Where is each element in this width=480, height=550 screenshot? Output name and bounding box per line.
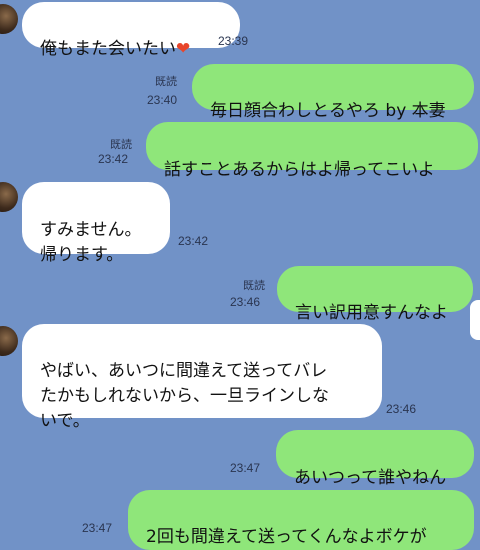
message-time: 23:42 <box>178 234 209 248</box>
message-time: 23:39 <box>218 34 249 48</box>
message-bubble-outgoing[interactable]: 毎日顔合わしとるやろ by 本妻 <box>192 64 474 121</box>
message-text: 話すことあるからはよ帰ってこいよ <box>164 160 435 180</box>
read-receipt: 既読 <box>243 279 265 292</box>
message-text: やばい、あいつに間違えて送ってバレ たかもしれないから、一旦ラインしな いで。 <box>40 361 329 431</box>
message-bubble-incoming[interactable]: やばい、あいつに間違えて送ってバレ たかもしれないから、一旦ラインしな いで。 <box>22 324 382 431</box>
contact-avatar[interactable] <box>0 326 18 356</box>
message-time: 23:47 <box>230 461 261 475</box>
message-time: 23:40 <box>147 93 178 107</box>
partial-bubble-edge <box>470 300 480 340</box>
message-text: 毎日顔合わしとるやろ by 本妻 <box>210 101 446 121</box>
contact-avatar[interactable] <box>0 182 18 212</box>
message-time: 23:42 <box>98 152 129 166</box>
message-time: 23:46 <box>230 295 261 309</box>
message-bubble-outgoing[interactable]: あいつって誰やねん <box>276 430 474 488</box>
read-receipt: 既読 <box>110 138 132 151</box>
message-text: 言い訳用意すんなよ <box>295 303 448 323</box>
message-bubble-incoming[interactable]: 俺もまた会いたい❤ <box>22 2 240 59</box>
message-text: すみません。 帰ります。 <box>40 220 142 265</box>
message-bubble-incoming[interactable]: すみません。 帰ります。 <box>22 182 170 265</box>
message-text: 2回も間違えて送ってくんなよボケが <box>146 527 427 547</box>
heart-emoji-icon: ❤ <box>176 39 191 59</box>
message-text: あいつって誰やねん <box>294 468 447 488</box>
message-text: 俺もまた会いたい <box>40 39 176 59</box>
read-receipt: 既読 <box>155 75 177 88</box>
message-bubble-outgoing[interactable]: 話すことあるからはよ帰ってこいよ <box>146 122 478 180</box>
message-bubble-outgoing[interactable]: 言い訳用意すんなよ <box>277 266 473 323</box>
message-bubble-outgoing[interactable]: 2回も間違えて送ってくんなよボケが <box>128 490 474 550</box>
message-time: 23:47 <box>82 521 113 535</box>
contact-avatar[interactable] <box>0 4 18 34</box>
message-time: 23:46 <box>386 402 417 416</box>
